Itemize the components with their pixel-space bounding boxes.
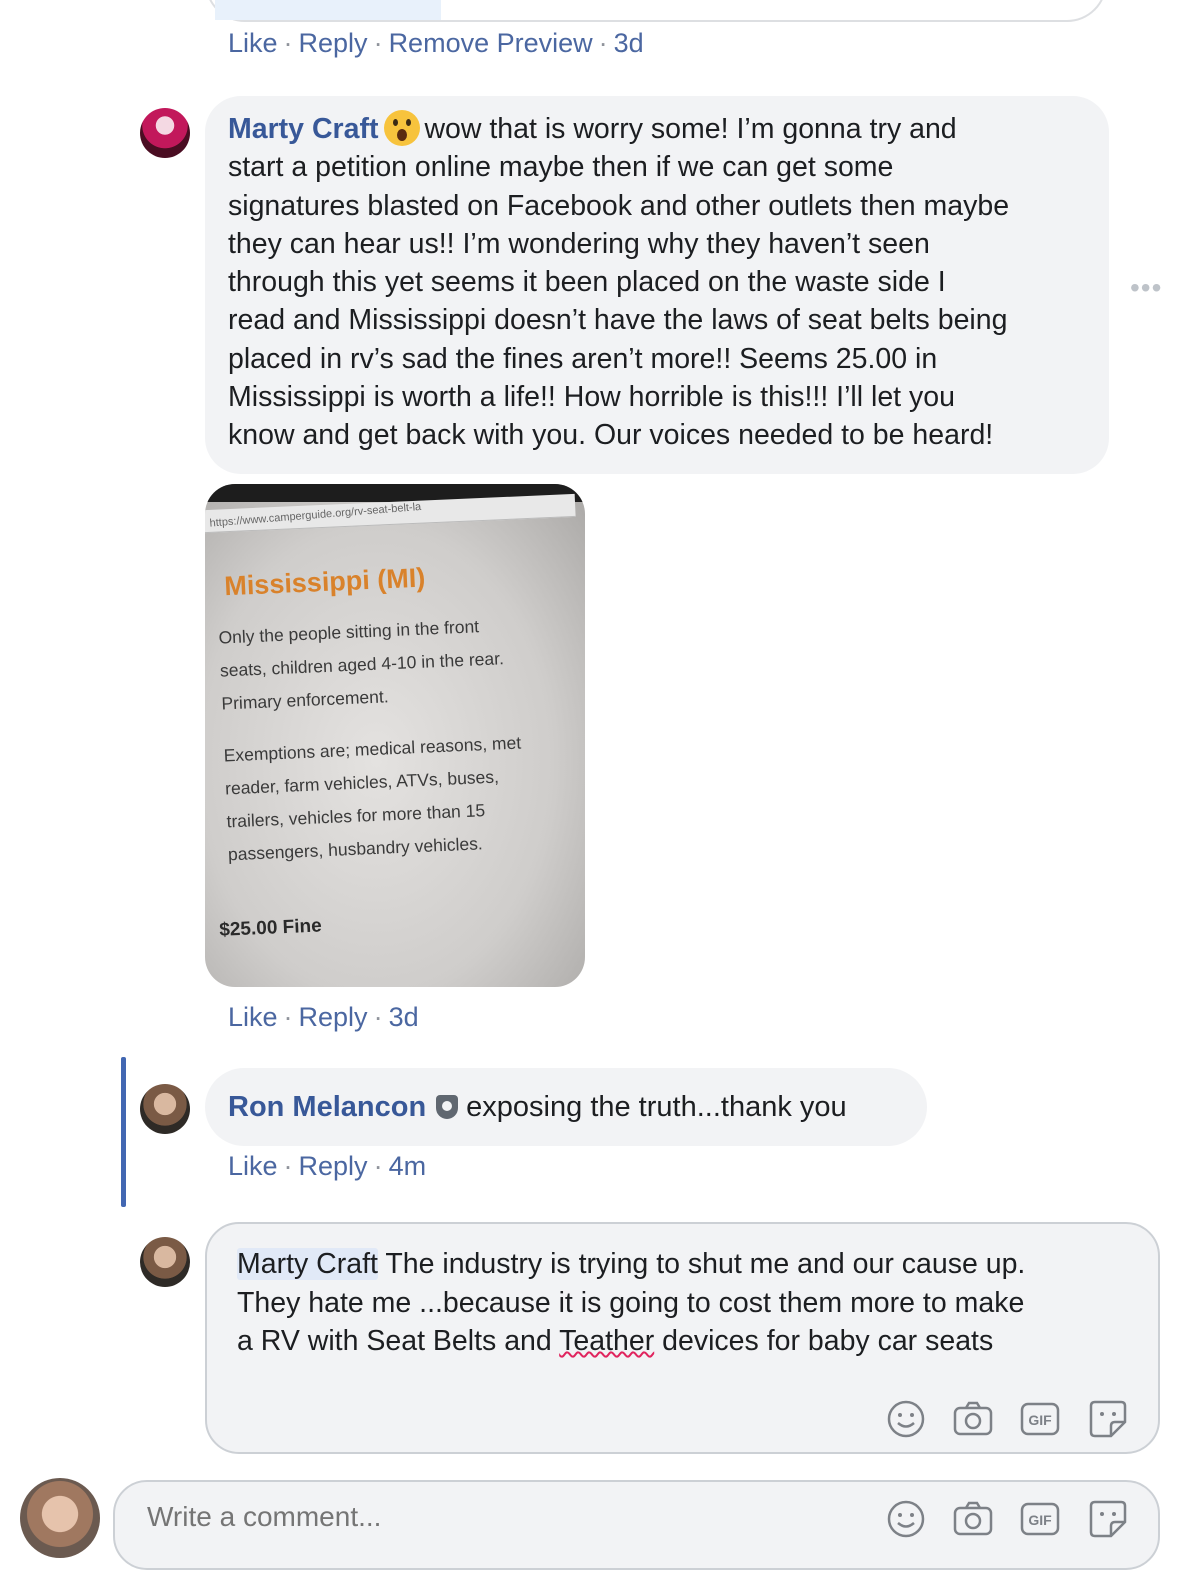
camera-icon[interactable] (951, 1398, 995, 1440)
comment-line: start a petition online maybe then if we… (228, 151, 894, 184)
separator-dot: · (283, 1151, 293, 1181)
timestamp[interactable]: 3d (389, 1002, 419, 1032)
more-options-icon[interactable]: ••• (1130, 272, 1162, 304)
avatar-ron-melancon[interactable] (140, 1084, 190, 1134)
comment-actions-prev: Like · Reply · Remove Preview · 3d (228, 28, 644, 59)
comment-actions-ron: Like · Reply · 4m (228, 1151, 426, 1182)
comment-line: read and Mississippi doesn’t have the la… (228, 304, 1008, 337)
reply-line: a RV with Seat Belts and (237, 1325, 560, 1357)
shield-badge-icon (436, 1095, 459, 1119)
remove-preview-link[interactable]: Remove Preview (389, 28, 593, 58)
gif-icon[interactable]: GIF (1019, 1498, 1061, 1540)
photo-paragraph: Exemptions are; medical reasons, met rea… (223, 732, 522, 865)
thread-indicator-bar (121, 1057, 126, 1207)
comment-bubble-ron: Ron Melancon exposing the truth...thank y… (205, 1068, 927, 1146)
comment-line: wow that is worry some! I’m gonna try an… (424, 113, 957, 145)
separator-dot: · (373, 28, 383, 58)
photo-fine-text: $25.00 Fine (218, 915, 323, 941)
timestamp[interactable]: 4m (389, 1151, 427, 1181)
author-name[interactable]: Marty Craft (228, 113, 378, 145)
comment-text: Marty Craft wow that is worry some! I’m g… (228, 110, 1098, 455)
reply-link[interactable]: Reply (299, 1151, 368, 1181)
comment-line: through this yet seems it been placed on… (228, 266, 946, 299)
reply-input-box[interactable]: Marty Craft The industry is trying to sh… (205, 1222, 1160, 1454)
separator-dot: · (373, 1002, 383, 1032)
comment-line: signatures blasted on Facebook and other… (228, 189, 1010, 222)
astonished-face-emoji-icon (384, 110, 421, 146)
comment-bubble-marty: Marty Craft wow that is worry some! I’m g… (205, 96, 1109, 474)
sticker-icon[interactable] (1087, 1396, 1129, 1440)
photo-content: https://www.camperguide.org/rv-seat-belt… (205, 484, 585, 987)
timestamp[interactable]: 3d (614, 28, 644, 58)
comment-line: placed in rv’s sad the fines aren’t more… (228, 342, 938, 375)
avatar-current-user[interactable] (20, 1478, 100, 1558)
comment-line: know and get back with you. Our voices n… (228, 419, 994, 452)
photo-paragraph: Only the people sitting in the front sea… (218, 616, 505, 714)
comment-line: Mississippi is worth a life!! How horrib… (228, 381, 955, 414)
camera-icon[interactable] (951, 1498, 995, 1540)
comment-text: Ron Melancon exposing the truth...thank y… (228, 1068, 847, 1146)
separator-dot: · (598, 28, 608, 58)
separator-dot: · (283, 1002, 293, 1032)
like-link[interactable]: Like (228, 1002, 278, 1032)
write-comment-box[interactable]: GIF (113, 1480, 1160, 1570)
link-preview-thumbnail[interactable] (215, 0, 441, 20)
misspelled-word[interactable]: Teather (559, 1325, 654, 1357)
emoji-icon[interactable] (885, 1498, 927, 1540)
comment-input[interactable] (145, 1500, 849, 1534)
reply-draft-text[interactable]: Marty Craft The industry is trying to sh… (237, 1245, 1142, 1361)
reply-link[interactable]: Reply (299, 28, 368, 58)
avatar-marty-craft[interactable] (140, 108, 190, 158)
reply-link[interactable]: Reply (299, 1002, 368, 1032)
comment-actions-marty: Like · Reply · 3d (228, 1002, 419, 1033)
sticker-icon[interactable] (1087, 1496, 1129, 1540)
reply-line: devices for baby car seats (654, 1325, 994, 1357)
comment-line: exposing the truth...thank you (466, 1091, 847, 1123)
separator-dot: · (373, 1151, 383, 1181)
avatar-current-user[interactable] (140, 1237, 190, 1287)
gif-icon[interactable]: GIF (1019, 1398, 1061, 1440)
reply-line: They hate me ...because it is going to c… (237, 1286, 1025, 1319)
photo-heading: Mississippi (MI) (223, 562, 426, 602)
svg-text:GIF: GIF (1028, 1412, 1052, 1428)
like-link[interactable]: Like (228, 28, 278, 58)
author-name[interactable]: Ron Melancon (228, 1091, 426, 1123)
comment-line: they can hear us!! I’m wondering why the… (228, 227, 930, 260)
svg-text:GIF: GIF (1028, 1512, 1052, 1528)
reply-line: The industry is trying to shut me and ou… (377, 1248, 1026, 1280)
separator-dot: · (283, 28, 293, 58)
mention-tag[interactable]: Marty Craft (237, 1248, 378, 1280)
emoji-icon[interactable] (885, 1398, 927, 1440)
comment-photo[interactable]: https://www.camperguide.org/rv-seat-belt… (205, 484, 585, 987)
like-link[interactable]: Like (228, 1151, 278, 1181)
